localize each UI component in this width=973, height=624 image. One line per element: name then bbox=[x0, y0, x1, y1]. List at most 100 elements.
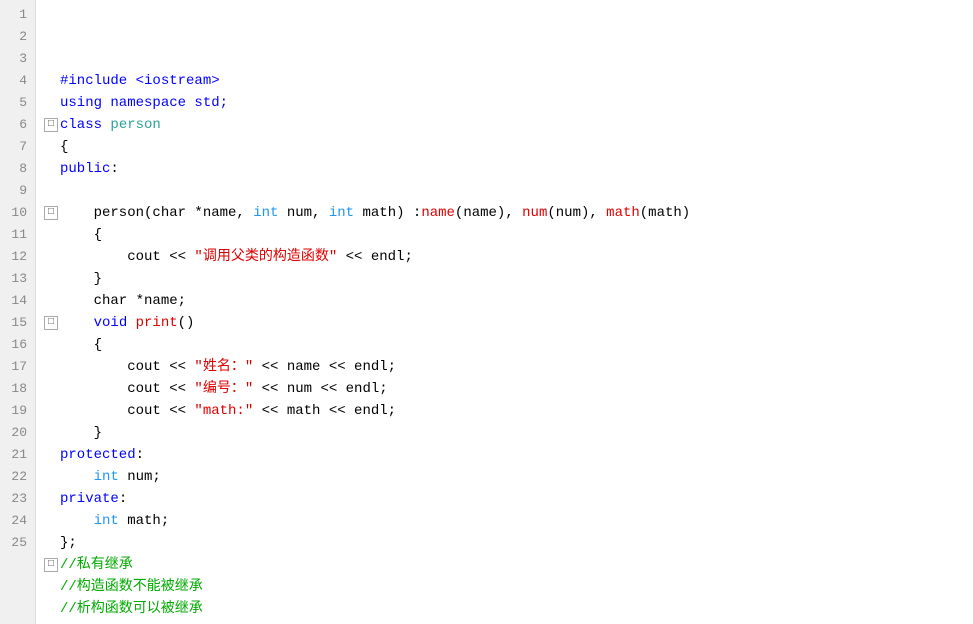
line-number-9: 9 bbox=[8, 180, 27, 202]
line-number-3: 3 bbox=[8, 48, 27, 70]
no-fold-spacer-10 bbox=[44, 268, 60, 290]
no-fold-spacer-14 bbox=[44, 356, 60, 378]
no-fold-spacer-9 bbox=[44, 246, 60, 268]
line-number-4: 4 bbox=[8, 70, 27, 92]
fold-icon-7[interactable]: □ bbox=[44, 206, 58, 220]
code-tokens-4: { bbox=[60, 136, 68, 158]
line-number-gutter: 1234567891011121314151617181920212223242… bbox=[0, 0, 36, 624]
code-tokens-7: person(char *name, int num, int math) :n… bbox=[60, 202, 690, 224]
code-line-1: #include <iostream> bbox=[44, 70, 973, 92]
code-tokens-24: //构造函数不能被继承 bbox=[60, 576, 203, 598]
line-number-20: 20 bbox=[8, 422, 27, 444]
code-line-15: cout << "编号：" << num << endl; bbox=[44, 378, 973, 400]
no-fold-spacer-11 bbox=[44, 290, 60, 312]
code-tokens-14: cout << "姓名：" << name << endl; bbox=[60, 356, 396, 378]
code-tokens-8: { bbox=[60, 224, 102, 246]
line-number-25: 25 bbox=[8, 532, 27, 554]
code-tokens-19: int num; bbox=[60, 466, 161, 488]
no-fold-spacer-19 bbox=[44, 466, 60, 488]
code-line-6 bbox=[44, 180, 973, 202]
code-line-7: □ person(char *name, int num, int math) … bbox=[44, 202, 973, 224]
code-line-17: } bbox=[44, 422, 973, 444]
fold-icon-23[interactable]: □ bbox=[44, 558, 58, 572]
no-fold-spacer-25 bbox=[44, 598, 60, 620]
code-tokens-17: } bbox=[60, 422, 102, 444]
code-line-11: char *name; bbox=[44, 290, 973, 312]
no-fold-spacer-8 bbox=[44, 224, 60, 246]
line-number-17: 17 bbox=[8, 356, 27, 378]
line-number-23: 23 bbox=[8, 488, 27, 510]
code-line-19: int num; bbox=[44, 466, 973, 488]
code-line-14: cout << "姓名：" << name << endl; bbox=[44, 356, 973, 378]
code-line-10: } bbox=[44, 268, 973, 290]
line-number-6: 6 bbox=[8, 114, 27, 136]
no-fold-spacer-1 bbox=[44, 70, 60, 92]
line-number-14: 14 bbox=[8, 290, 27, 312]
line-number-11: 11 bbox=[8, 224, 27, 246]
code-line-21: int math; bbox=[44, 510, 973, 532]
code-line-5: public: bbox=[44, 158, 973, 180]
no-fold-spacer-4 bbox=[44, 136, 60, 158]
code-tokens-25: //析构函数可以被继承 bbox=[60, 598, 203, 620]
no-fold-spacer-16 bbox=[44, 400, 60, 422]
code-tokens-2: using namespace std; bbox=[60, 92, 228, 114]
line-number-12: 12 bbox=[8, 246, 27, 268]
line-number-15: 15 bbox=[8, 312, 27, 334]
code-line-22: }; bbox=[44, 532, 973, 554]
code-line-20: private: bbox=[44, 488, 973, 510]
code-tokens-10: } bbox=[60, 268, 102, 290]
code-tokens-18: protected: bbox=[60, 444, 144, 466]
code-tokens-3: class person bbox=[60, 114, 161, 136]
code-line-4: { bbox=[44, 136, 973, 158]
line-number-1: 1 bbox=[8, 4, 27, 26]
line-number-18: 18 bbox=[8, 378, 27, 400]
no-fold-spacer-13 bbox=[44, 334, 60, 356]
no-fold-spacer-6 bbox=[44, 180, 60, 202]
code-line-9: cout << "调用父类的构造函数" << endl; bbox=[44, 246, 973, 268]
line-number-16: 16 bbox=[8, 334, 27, 356]
line-number-10: 10 bbox=[8, 202, 27, 224]
no-fold-spacer-24 bbox=[44, 576, 60, 598]
code-tokens-20: private: bbox=[60, 488, 127, 510]
code-line-24: //构造函数不能被继承 bbox=[44, 576, 973, 598]
no-fold-spacer-21 bbox=[44, 510, 60, 532]
code-tokens-5: public: bbox=[60, 158, 119, 180]
code-line-23: □//私有继承 bbox=[44, 554, 973, 576]
code-tokens-1: #include <iostream> bbox=[60, 70, 220, 92]
code-line-13: { bbox=[44, 334, 973, 356]
code-content[interactable]: #include <iostream> using namespace std;… bbox=[36, 0, 973, 624]
code-tokens-16: cout << "math:" << math << endl; bbox=[60, 400, 396, 422]
code-line-18: protected: bbox=[44, 444, 973, 466]
code-line-3: □class person bbox=[44, 114, 973, 136]
no-fold-spacer-5 bbox=[44, 158, 60, 180]
code-tokens-13: { bbox=[60, 334, 102, 356]
no-fold-spacer-17 bbox=[44, 422, 60, 444]
no-fold-spacer-15 bbox=[44, 378, 60, 400]
code-line-12: □ void print() bbox=[44, 312, 973, 334]
line-number-7: 7 bbox=[8, 136, 27, 158]
code-tokens-9: cout << "调用父类的构造函数" << endl; bbox=[60, 246, 413, 268]
code-tokens-21: int math; bbox=[60, 510, 169, 532]
code-tokens-22: }; bbox=[60, 532, 77, 554]
fold-icon-12[interactable]: □ bbox=[44, 316, 58, 330]
code-tokens-12: void print() bbox=[60, 312, 194, 334]
line-number-21: 21 bbox=[8, 444, 27, 466]
code-tokens-15: cout << "编号：" << num << endl; bbox=[60, 378, 388, 400]
line-number-22: 22 bbox=[8, 466, 27, 488]
code-tokens-11: char *name; bbox=[60, 290, 186, 312]
code-line-2: using namespace std; bbox=[44, 92, 973, 114]
code-line-16: cout << "math:" << math << endl; bbox=[44, 400, 973, 422]
line-number-24: 24 bbox=[8, 510, 27, 532]
no-fold-spacer-22 bbox=[44, 532, 60, 554]
no-fold-spacer-20 bbox=[44, 488, 60, 510]
line-number-2: 2 bbox=[8, 26, 27, 48]
line-number-8: 8 bbox=[8, 158, 27, 180]
no-fold-spacer-18 bbox=[44, 444, 60, 466]
code-line-25: //析构函数可以被继承 bbox=[44, 598, 973, 620]
line-number-19: 19 bbox=[8, 400, 27, 422]
fold-icon-3[interactable]: □ bbox=[44, 118, 58, 132]
code-tokens-23: //私有继承 bbox=[60, 554, 133, 576]
code-editor: 1234567891011121314151617181920212223242… bbox=[0, 0, 973, 624]
code-line-8: { bbox=[44, 224, 973, 246]
no-fold-spacer-2 bbox=[44, 92, 60, 114]
